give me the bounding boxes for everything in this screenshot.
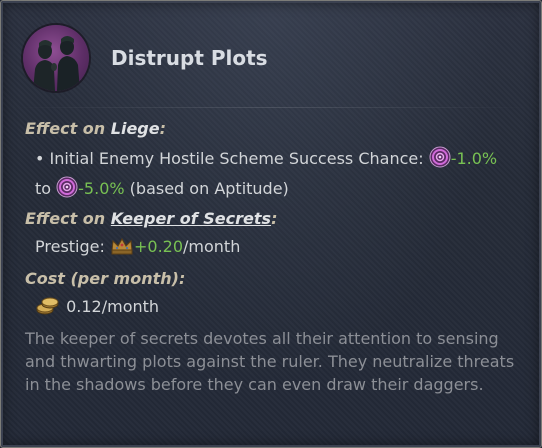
prestige-value: +0.20 — [133, 237, 184, 256]
gold-coins-icon — [35, 296, 61, 320]
tooltip-panel: Distrupt Plots Effect on Liege: • Initia… — [0, 0, 542, 448]
effect-liege-text: Initial Enemy Hostile Scheme Success Cha… — [49, 149, 424, 168]
scheme-success-icon — [429, 146, 451, 172]
header-divider — [17, 107, 525, 108]
description-text: The keeper of secrets devotes all their … — [25, 329, 515, 394]
effect-liege-prefix: Effect on — [25, 119, 111, 138]
effect-keeper-heading: Effect on Keeper of Secrets: — [25, 209, 277, 228]
prestige-unit: /month — [183, 237, 241, 256]
keeper-of-secrets-link[interactable]: Keeper of Secrets — [111, 209, 271, 228]
effect-keeper-suffix: : — [271, 209, 278, 228]
effect-liege-value-from: -1.0% — [450, 149, 498, 168]
effect-keeper-line: Prestige: +0.20/month — [35, 236, 240, 260]
prestige-label: Prestige: — [35, 237, 105, 256]
page-title: Distrupt Plots — [111, 46, 268, 70]
effect-liege-heading: Effect on Liege: — [25, 119, 166, 138]
effect-liege-line-1: • Initial Enemy Hostile Scheme Success C… — [35, 146, 497, 172]
effect-liege-note: (based on Aptitude) — [129, 179, 289, 198]
cost-value: 0.12/month — [66, 297, 160, 316]
cost-heading: Cost (per month): — [25, 269, 186, 288]
effect-keeper-prefix: Effect on — [25, 209, 111, 228]
effect-liege-suffix: : — [159, 119, 167, 138]
bullet: • — [35, 149, 45, 168]
scheme-success-icon — [56, 176, 78, 202]
effect-liege-value-to: -5.0% — [78, 179, 125, 198]
cost-line: 0.12/month — [35, 296, 159, 320]
effect-liege-line-2: to -5.0% (based on Aptitude) — [35, 176, 289, 202]
prestige-crown-icon — [110, 236, 134, 260]
to-word: to — [35, 179, 52, 198]
conspirators-icon — [23, 25, 89, 91]
effect-liege-target[interactable]: Liege — [111, 119, 160, 138]
